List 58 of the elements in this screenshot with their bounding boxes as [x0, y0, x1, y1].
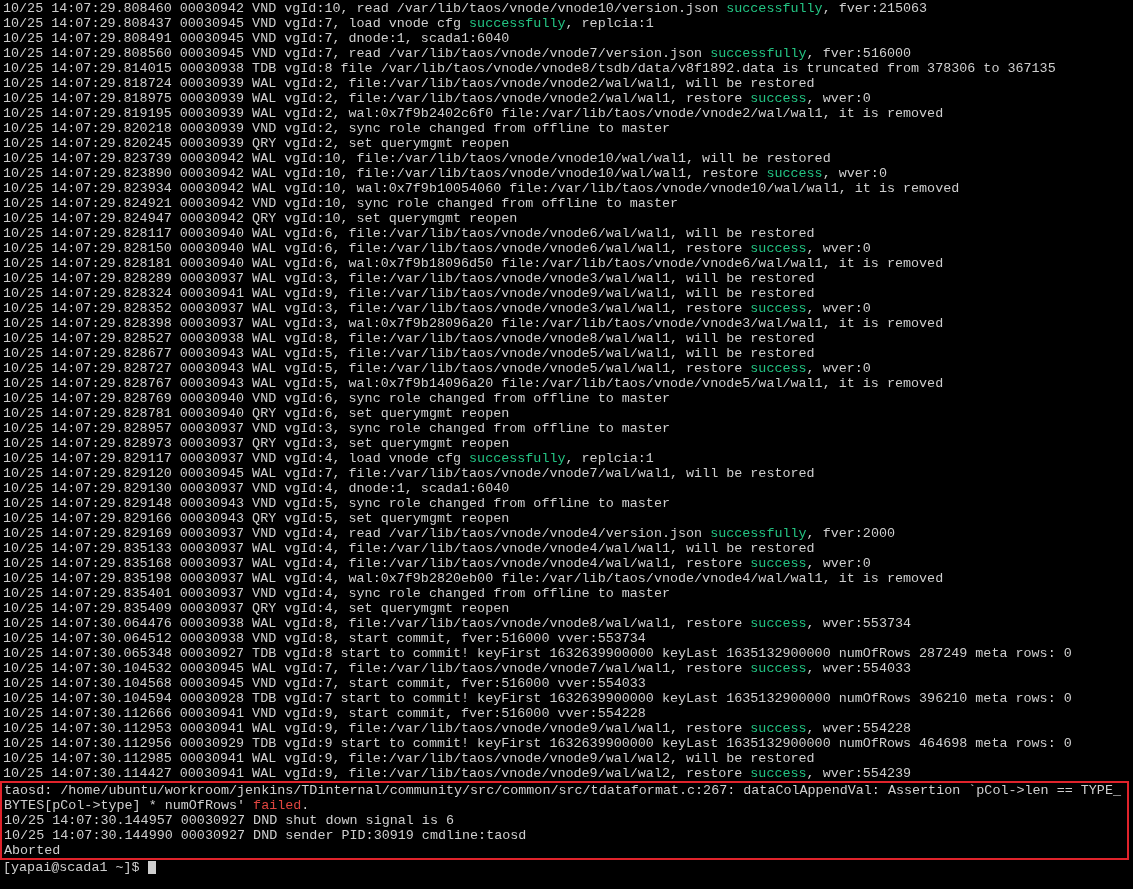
- log-line: 10/25 14:07:29.828398 00030937 WAL vgId:3, wal:0x7f9b28096a20 file:/var/lib/taos/vnode/vnode3/wal/wal1, it is removed: [3, 316, 945, 331]
- log-line: 10/25 14:07:29.835401 00030937 VND vgId:4, sync role changed from offline to master: [3, 586, 671, 601]
- log-line: 10/25 14:07:29.835409 00030937 QRY vgId:4, set querymgmt reopen: [3, 601, 511, 616]
- log-line: 10/25 14:07:29.828767 00030943 WAL vgId:5, wal:0x7f9b14096a20 file:/var/lib/taos/vnode/vnode5/wal/wal1, it is removed: [3, 376, 945, 391]
- log-line: Aborted: [4, 843, 62, 858]
- log-line: 10/25 14:07:30.104568 00030945 VND vgId:7, start commit, fver:516000 vver:554033: [3, 676, 647, 691]
- log-line: 10/25 14:07:30.144957 00030927 DND shut down signal is 6: [4, 813, 455, 828]
- log-line: 10/25 14:07:29.828727 00030943 WAL vgId:5, file:/var/lib/taos/vnode/vnode5/wal/wal1, restore success, wver:0: [3, 361, 872, 376]
- log-line: 10/25 14:07:29.824921 00030942 VND vgId:10, sync role changed from offline to master: [3, 196, 679, 211]
- log-line: 10/25 14:07:29.829120 00030945 WAL vgId:7, file:/var/lib/taos/vnode/vnode7/wal/wal1, will be restored: [3, 466, 816, 481]
- shell-prompt: [yapai@scada1 ~]$: [3, 860, 140, 875]
- log-line: 10/25 14:07:29.823934 00030942 WAL vgId:10, wal:0x7f9b10054060 file:/var/lib/taos/vnode/vnode10/wal/wal1, it is removed: [3, 181, 961, 196]
- log-line: 10/25 14:07:30.112956 00030929 TDB vgId:9 start to commit! keyFirst 1632639900000 keyLast 1635132900000 numOfRows 464698 meta rows: 0: [3, 736, 1073, 751]
- log-line: 10/25 14:07:30.064476 00030938 WAL vgId:8, file:/var/lib/taos/vnode/vnode8/wal/wal1, restore success, wver:553734: [3, 616, 913, 631]
- log-line: 10/25 14:07:29.818975 00030939 WAL vgId:2, file:/var/lib/taos/vnode/vnode2/wal/wal1, restore success, wver:0: [3, 91, 872, 106]
- log-line: 10/25 14:07:29.814015 00030938 TDB vgId:8 file /var/lib/taos/vnode/vnode8/tsdb/data/v8f1892.data is truncated from 378306 to 367135: [3, 61, 1057, 76]
- log-line: 10/25 14:07:29.829117 00030937 VND vgId:4, load vnode cfg successfully, replcia:1: [3, 451, 655, 466]
- log-line: 10/25 14:07:29.829130 00030937 VND vgId:4, dnode:1, scada1:6040: [3, 481, 511, 496]
- log-line: 10/25 14:07:29.828150 00030940 WAL vgId:6, file:/var/lib/taos/vnode/vnode6/wal/wal1, restore success, wver:0: [3, 241, 872, 256]
- log-line: 10/25 14:07:29.820218 00030939 VND vgId:2, sync role changed from offline to master: [3, 121, 671, 136]
- log-line: 10/25 14:07:29.828527 00030938 WAL vgId:8, file:/var/lib/taos/vnode/vnode8/wal/wal1, will be restored: [3, 331, 816, 346]
- log-line: 10/25 14:07:29.823890 00030942 WAL vgId:10, file:/var/lib/taos/vnode/vnode10/wal/wal1, restore success, wver:0: [3, 166, 888, 181]
- log-line: 10/25 14:07:29.828352 00030937 WAL vgId:3, file:/var/lib/taos/vnode/vnode3/wal/wal1, restore success, wver:0: [3, 301, 872, 316]
- log-line: 10/25 14:07:30.064512 00030938 VND vgId:8, start commit, fver:516000 vver:553734: [3, 631, 647, 646]
- log-line: 10/25 14:07:29.818724 00030939 WAL vgId:2, file:/var/lib/taos/vnode/vnode2/wal/wal1, will be restored: [3, 76, 816, 91]
- log-line: 10/25 14:07:29.823739 00030942 WAL vgId:10, file:/var/lib/taos/vnode/vnode10/wal/wal1, will be restored: [3, 151, 832, 166]
- text-cursor-icon: [147, 861, 156, 874]
- log-line: 10/25 14:07:29.828117 00030940 WAL vgId:6, file:/var/lib/taos/vnode/vnode6/wal/wal1, will be restored: [3, 226, 816, 241]
- log-line: 10/25 14:07:29.828769 00030940 VND vgId:6, sync role changed from offline to master: [3, 391, 671, 406]
- log-line: 10/25 14:07:30.112985 00030941 WAL vgId:9, file:/var/lib/taos/vnode/vnode9/wal/wal2, will be restored: [3, 751, 816, 766]
- log-line: 10/25 14:07:29.828324 00030941 WAL vgId:9, file:/var/lib/taos/vnode/vnode9/wal/wal1, will be restored: [3, 286, 816, 301]
- log-line: 10/25 14:07:30.112953 00030941 WAL vgId:9, file:/var/lib/taos/vnode/vnode9/wal/wal1, restore success, wver:554228: [3, 721, 913, 736]
- log-line: 10/25 14:07:29.835168 00030937 WAL vgId:4, file:/var/lib/taos/vnode/vnode4/wal/wal1, restore success, wver:0: [3, 556, 872, 571]
- log-line: 10/25 14:07:29.829166 00030943 QRY vgId:5, set querymgmt reopen: [3, 511, 511, 526]
- log-line: 10/25 14:07:29.808437 00030945 VND vgId:7, load vnode cfg successfully, replcia:1: [3, 16, 655, 31]
- log-line: 10/25 14:07:30.065348 00030927 TDB vgId:8 start to commit! keyFirst 1632639900000 keyLast 1635132900000 numOfRows 287249 meta rows: 0: [3, 646, 1073, 661]
- log-line: 10/25 14:07:30.104594 00030928 TDB vgId:7 start to commit! keyFirst 1632639900000 keyLast 1635132900000 numOfRows 396210 meta rows: 0: [3, 691, 1073, 706]
- log-line: 10/25 14:07:29.808460 00030942 VND vgId:10, read /var/lib/taos/vnode/vnode10/version.json successfully, fver:215063: [3, 1, 929, 16]
- log-line: 10/25 14:07:29.808491 00030945 VND vgId:7, dnode:1, scada1:6040: [3, 31, 511, 46]
- log-line: 10/25 14:07:29.829169 00030937 VND vgId:4, read /var/lib/taos/vnode/vnode4/version.json successfully, fver:2000: [3, 526, 896, 541]
- log-line: 10/25 14:07:29.828957 00030937 VND vgId:3, sync role changed from offline to master: [3, 421, 671, 436]
- log-line: 10/25 14:07:29.819195 00030939 WAL vgId:2, wal:0x7f9b2402c6f0 file:/var/lib/taos/vnode/vnode2/wal/wal1, it is removed: [3, 106, 945, 121]
- log-line: 10/25 14:07:30.114427 00030941 WAL vgId:9, file:/var/lib/taos/vnode/vnode9/wal/wal2, restore success, wver:554239: [3, 766, 913, 781]
- log-line: 10/25 14:07:29.828181 00030940 WAL vgId:6, wal:0x7f9b18096d50 file:/var/lib/taos/vnode/vnode6/wal/wal1, it is removed: [3, 256, 945, 271]
- log-line: 10/25 14:07:29.828973 00030937 QRY vgId:3, set querymgmt reopen: [3, 436, 511, 451]
- log-line: 10/25 14:07:29.824947 00030942 QRY vgId:10, set querymgmt reopen: [3, 211, 519, 226]
- log-line: 10/25 14:07:29.829148 00030943 VND vgId:5, sync role changed from offline to master: [3, 496, 671, 511]
- log-line: 10/25 14:07:30.112666 00030941 VND vgId:9, start commit, fver:516000 vver:554228: [3, 706, 647, 721]
- log-line: 10/25 14:07:29.820245 00030939 QRY vgId:2, set querymgmt reopen: [3, 136, 511, 151]
- log-line: 10/25 14:07:29.835198 00030937 WAL vgId:4, wal:0x7f9b2820eb00 file:/var/lib/taos/vnode/vnode4/wal/wal1, it is removed: [3, 571, 945, 586]
- log-line: 10/25 14:07:30.144990 00030927 DND sender PID:30919 cmdline:taosd: [4, 828, 528, 843]
- log-line: 10/25 14:07:29.835133 00030937 WAL vgId:4, file:/var/lib/taos/vnode/vnode4/wal/wal1, will be restored: [3, 541, 816, 556]
- log-line: 10/25 14:07:30.104532 00030945 WAL vgId:7, file:/var/lib/taos/vnode/vnode7/wal/wal1, restore success, wver:554033: [3, 661, 913, 676]
- log-line: 10/25 14:07:29.828677 00030943 WAL vgId:5, file:/var/lib/taos/vnode/vnode5/wal/wal1, will be restored: [3, 346, 816, 361]
- log-line: 10/25 14:07:29.808560 00030945 VND vgId:7, read /var/lib/taos/vnode/vnode7/version.json successfully, fver:516000: [3, 46, 913, 61]
- log-line: 10/25 14:07:29.828289 00030937 WAL vgId:3, file:/var/lib/taos/vnode/vnode3/wal/wal1, will be restored: [3, 271, 816, 286]
- log-line: taosd: /home/ubuntu/workroom/jenkins/TDinternal/community/src/common/src/tdataformat.c:267: dataColAppendVal: Assertion `pCol->len == TYPE_BYTES[pCol->type] * numOfRows' failed.: [4, 783, 1122, 813]
- log-line: 10/25 14:07:29.828781 00030940 QRY vgId:6, set querymgmt reopen: [3, 406, 511, 421]
